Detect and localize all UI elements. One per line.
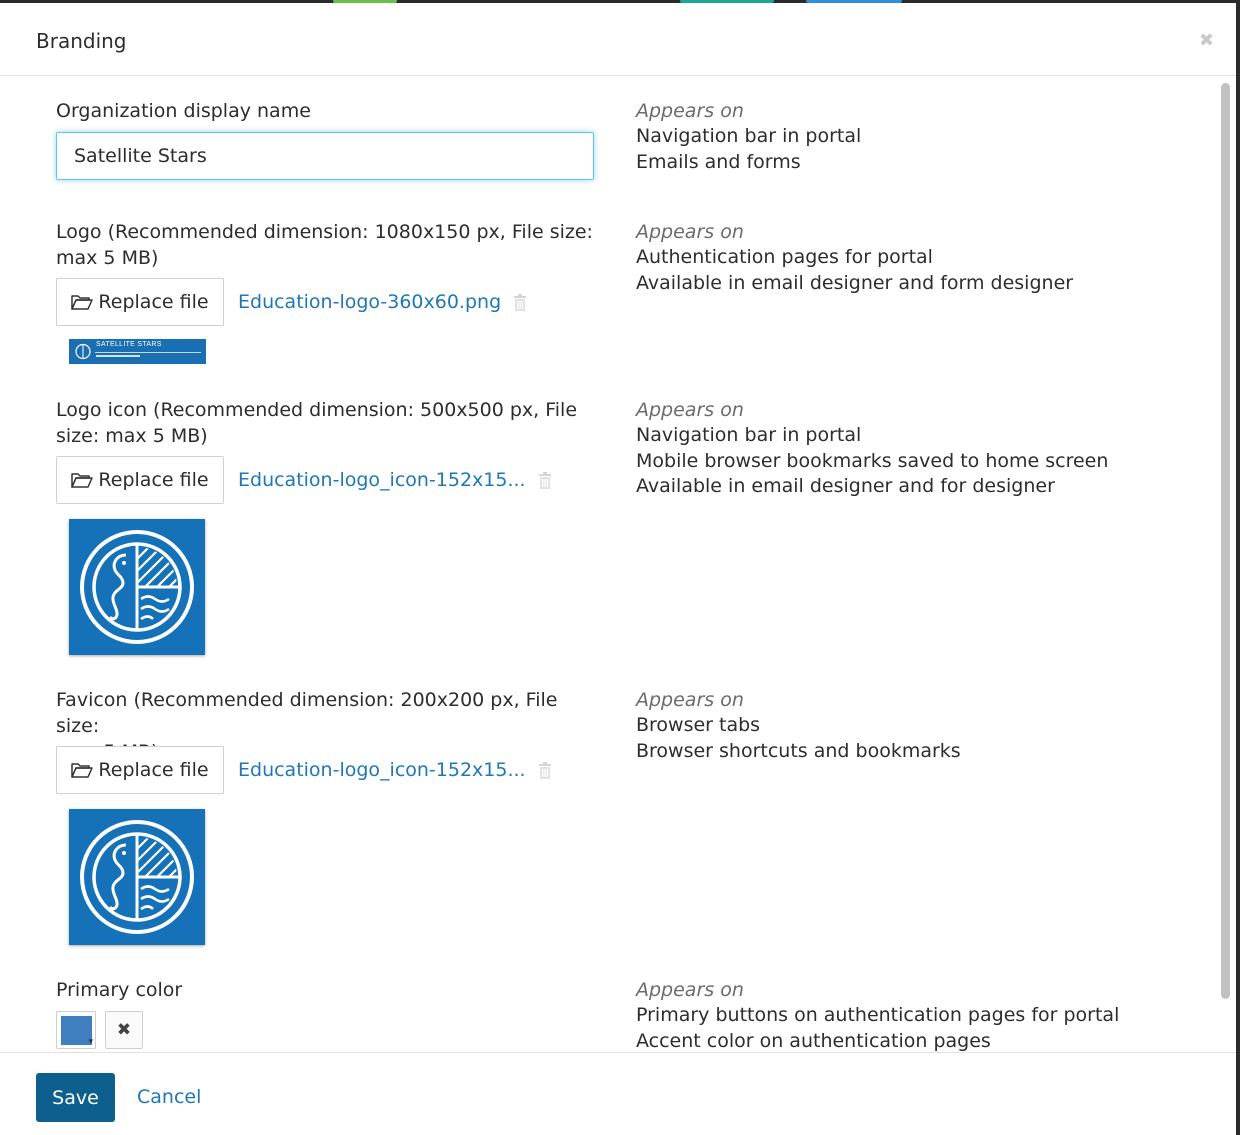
backdrop-right-edge	[1236, 0, 1240, 1135]
favicon-label-line: Favicon (Recommended dimension: 200x200 …	[56, 689, 558, 737]
appears-item: Browser shortcuts and bookmarks	[636, 739, 961, 762]
appears-on-label: Appears on	[636, 399, 744, 421]
folder-open-icon	[71, 473, 94, 488]
appears-item: Available in email designer and for desi…	[636, 475, 1055, 497]
replace-file-label: Replace file	[98, 759, 209, 781]
seahorse-emblem-icon	[80, 530, 194, 644]
trash-icon[interactable]	[538, 761, 552, 779]
replace-file-label: Replace file	[98, 469, 209, 491]
favicon-appears: Appears on Browser tabs Browser shortcut…	[636, 687, 1196, 764]
logo-icon-filename-link[interactable]: Education-logo_icon-152x15...	[238, 469, 526, 491]
dialog-footer: Save Cancel	[0, 1052, 1236, 1133]
appears-item: Navigation bar in portal	[636, 125, 862, 147]
clear-color-button[interactable]: ✖	[105, 1011, 143, 1049]
dialog-header: Branding ✖	[0, 3, 1236, 76]
logo-label-line: max 5 MB)	[56, 247, 159, 269]
primary-color-picker[interactable]: ▾	[56, 1011, 96, 1049]
scrollbar[interactable]	[1216, 79, 1236, 1055]
logo-icon-replace-file-button[interactable]: Replace file	[56, 456, 224, 504]
close-icon: ✖	[116, 1020, 132, 1040]
favicon-replace-file-button[interactable]: Replace file	[56, 746, 224, 794]
primary-color-section: Primary color ▾ ✖ Appears on Primary but…	[0, 977, 1210, 1055]
trash-icon[interactable]	[538, 471, 552, 489]
logo-icon-label-line: size: max 5 MB)	[56, 425, 208, 447]
logo-column: Logo (Recommended dimension: 1080x150 px…	[56, 219, 601, 364]
logo-preview-text: SATELLITE STARS	[96, 341, 162, 348]
favicon-filename-link[interactable]: Education-logo_icon-152x15...	[238, 759, 526, 781]
org-name-appears: Appears on Navigation bar in portal Emai…	[636, 98, 1196, 175]
logo-preview-image: SATELLITE STARS	[69, 339, 206, 364]
appears-on-label: Appears on	[636, 221, 744, 243]
dialog-title: Branding	[36, 29, 127, 53]
logo-file-row: Replace file Education-logo-360x60.png	[56, 278, 527, 326]
appears-item: Authentication pages for portal	[636, 246, 933, 268]
trash-icon[interactable]	[513, 293, 527, 311]
favicon-section: Favicon (Recommended dimension: 200x200 …	[0, 687, 1210, 947]
seahorse-emblem-icon	[80, 820, 194, 934]
primary-color-column: Primary color ▾ ✖	[56, 977, 601, 1049]
primary-color-appears: Appears on Primary buttons on authentica…	[636, 977, 1196, 1054]
favicon-column: Favicon (Recommended dimension: 200x200 …	[56, 687, 601, 945]
folder-open-icon	[71, 763, 94, 778]
caret-down-icon: ▾	[88, 1037, 93, 1047]
logo-filename-link[interactable]: Education-logo-360x60.png	[238, 291, 501, 313]
logo-replace-file-button[interactable]: Replace file	[56, 278, 224, 326]
appears-item: Navigation bar in portal	[636, 424, 862, 446]
close-icon[interactable]: ✖	[1199, 30, 1214, 51]
org-name-input[interactable]: Satellite Stars	[56, 132, 594, 180]
favicon-preview-image	[69, 809, 205, 945]
appears-on-label: Appears on	[636, 100, 744, 122]
appears-item: Mobile browser bookmarks saved to home s…	[636, 449, 1109, 472]
appears-item: Available in email designer and form des…	[636, 271, 1074, 294]
appears-on-label: Appears on	[636, 689, 744, 711]
cancel-button[interactable]: Cancel	[137, 1086, 201, 1108]
org-name-column: Organization display name Satellite Star…	[56, 98, 601, 180]
logo-section: Logo (Recommended dimension: 1080x150 px…	[0, 219, 1210, 369]
primary-color-label: Primary color	[56, 979, 183, 1001]
appears-item: Browser tabs	[636, 714, 761, 736]
appears-item: Primary buttons on authentication pages …	[636, 1004, 1120, 1026]
logo-icon-section: Logo icon (Recommended dimension: 500x50…	[0, 397, 1210, 657]
logo-icon-column: Logo icon (Recommended dimension: 500x50…	[56, 397, 601, 655]
org-name-section: Organization display name Satellite Star…	[0, 98, 1210, 198]
favicon-file-row: Replace file Education-logo_icon-152x15.…	[56, 746, 552, 794]
color-fill	[61, 1016, 92, 1045]
folder-open-icon	[71, 295, 94, 310]
dialog-body: Organization display name Satellite Star…	[0, 76, 1236, 1055]
logo-label-line: Logo (Recommended dimension: 1080x150 px…	[56, 221, 593, 243]
org-name-label: Organization display name	[56, 100, 311, 122]
replace-file-label: Replace file	[98, 291, 209, 313]
appears-on-label: Appears on	[636, 979, 744, 1001]
logo-icon-label-line: Logo icon (Recommended dimension: 500x50…	[56, 399, 578, 421]
branding-dialog: Branding ✖ Organization display name Sat…	[0, 3, 1236, 1135]
logo-icon-preview-image	[69, 519, 205, 655]
logo-icon-appears: Appears on Navigation bar in portal Mobi…	[636, 397, 1196, 500]
appears-item: Emails and forms	[636, 150, 801, 173]
logo-icon-file-row: Replace file Education-logo_icon-152x15.…	[56, 456, 552, 504]
save-button[interactable]: Save	[36, 1073, 115, 1122]
scrollbar-thumb[interactable]	[1221, 83, 1230, 999]
logo-appears: Appears on Authentication pages for port…	[636, 219, 1196, 296]
appears-item: Accent color on authentication pages	[636, 1029, 991, 1052]
